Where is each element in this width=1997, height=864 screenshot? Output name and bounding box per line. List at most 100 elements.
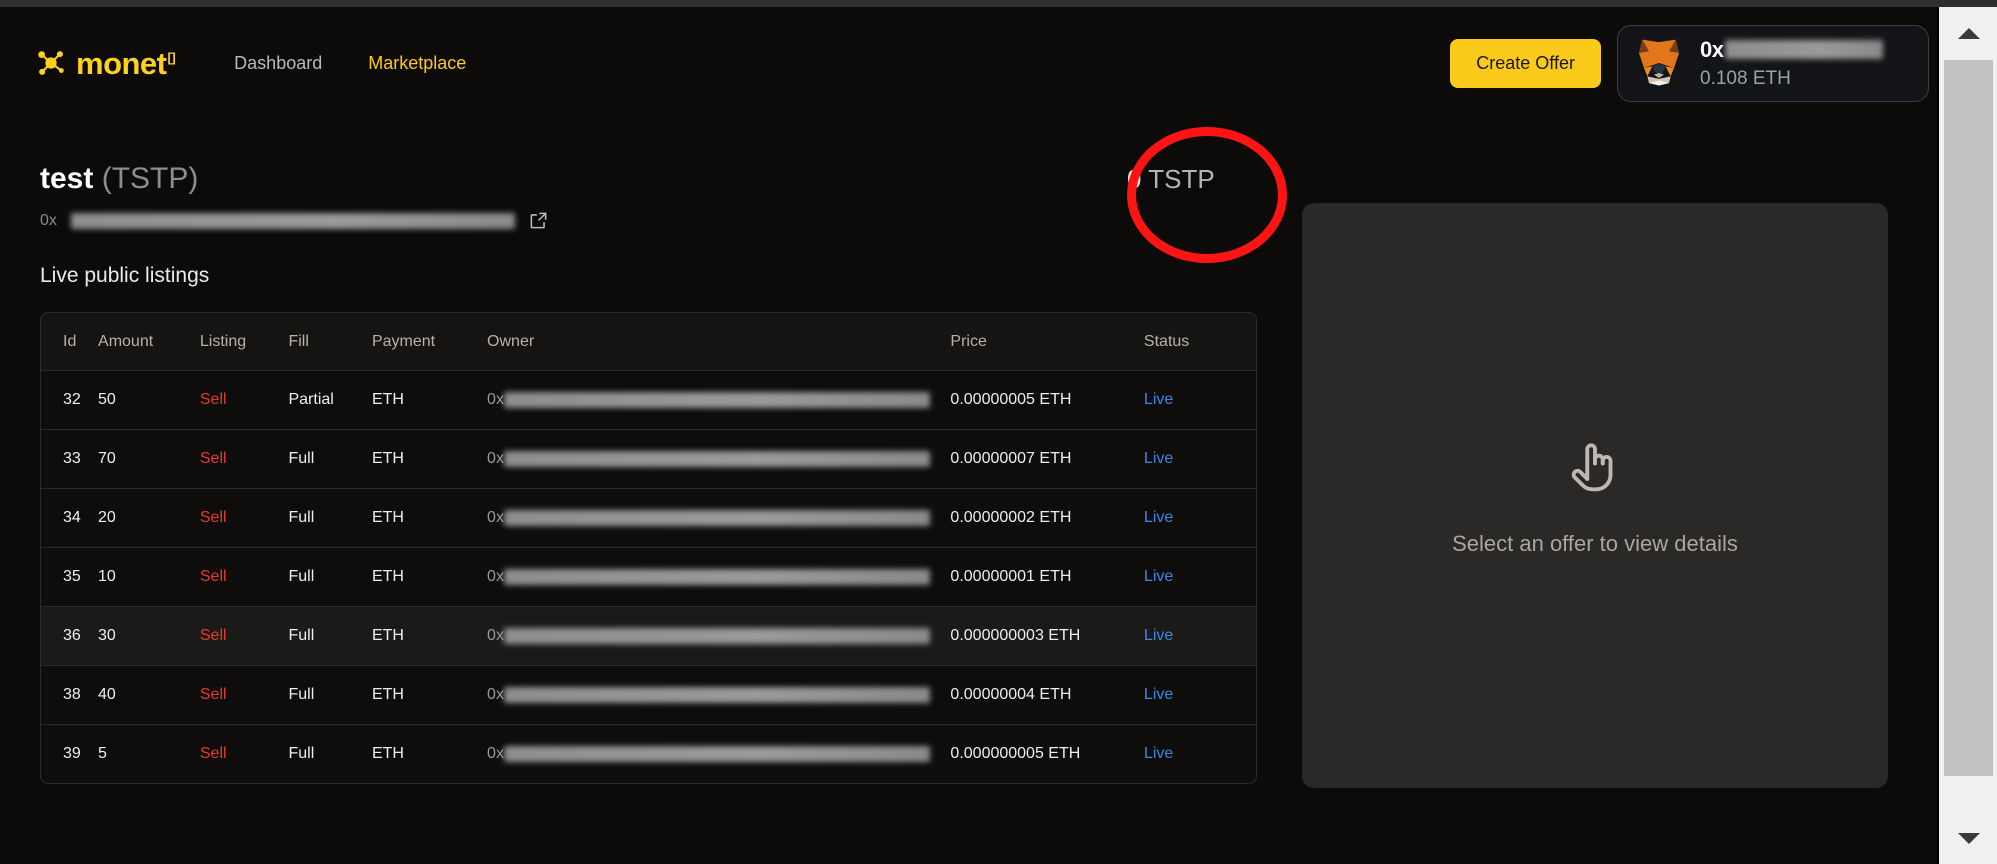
- cell-amount: 20: [98, 488, 200, 548]
- cell-amount: 30: [98, 606, 200, 666]
- cell-payment: ETH: [371, 429, 488, 489]
- page-title: test (TSTP): [40, 164, 1938, 194]
- cell-payment: ETH: [371, 745, 404, 762]
- cell-payment: ETH: [371, 488, 488, 548]
- nav-links: Dashboard Marketplace: [234, 53, 466, 74]
- cell-fill: Full: [288, 547, 372, 607]
- cell-listing: Sell: [199, 488, 289, 548]
- cell-owner: 0x: [487, 488, 951, 548]
- table-row[interactable]: 38 40 Sell Full ETH 0x 0.00000004 ETH Live: [41, 665, 1256, 725]
- cell-price: 0.00000002 ETH: [950, 488, 1144, 548]
- wallet-info: 0x 0.108 ETH: [1700, 37, 1884, 90]
- create-offer-button[interactable]: Create Offer: [1450, 38, 1601, 88]
- cell-status: Live: [1144, 725, 1256, 784]
- owner-address-prefix: 0x: [487, 627, 504, 644]
- scrollbar-up-button[interactable]: [1939, 7, 1997, 59]
- page-content: monet[] Dashboard Marketplace Create Off…: [0, 7, 1938, 864]
- cell-owner: 0x: [487, 665, 951, 725]
- top-navbar: monet[] Dashboard Marketplace Create Off…: [0, 7, 1938, 119]
- cell-price: 0.000000005 ETH: [950, 745, 1081, 762]
- cell-payment: ETH: [371, 370, 488, 430]
- owner-address-redacted: [503, 451, 930, 467]
- owner-address-prefix: 0x: [487, 391, 504, 408]
- cell-listing: Sell: [199, 745, 227, 762]
- listings-table-body: 32 50 Sell Partial ETH 0x 0.00000005 ETH Live 33…: [41, 370, 1256, 784]
- table-row[interactable]: 39 5 Sell Full ETH 0x 0.000000005 ETH Live: [41, 725, 1256, 784]
- owner-address-redacted: [503, 687, 930, 703]
- offer-detail-panel: Select an offer to view details: [1302, 203, 1888, 788]
- listings-table: Id Amount Listing Fill Payment Owner Pri…: [40, 312, 1257, 784]
- cell-amount: 50: [98, 370, 200, 430]
- column-header-status: Status: [1143, 313, 1256, 371]
- owner-address-prefix: 0x: [487, 509, 504, 526]
- molecule-network-icon: [38, 51, 64, 75]
- column-header-id: Id: [41, 313, 99, 371]
- cell-fill: Full: [288, 488, 372, 548]
- cell-id: 32: [41, 370, 99, 430]
- status-badge[interactable]: Live: [1144, 450, 1173, 467]
- cell-id: 33: [41, 429, 99, 489]
- status-badge[interactable]: Live: [1144, 568, 1173, 585]
- cell-owner: 0x: [487, 547, 951, 607]
- brand-name-text: monet: [76, 45, 167, 81]
- brand-name: monet[]: [76, 45, 176, 81]
- brand-logo[interactable]: monet[]: [36, 45, 176, 81]
- cell-price: 0.00000005 ETH: [950, 370, 1144, 430]
- external-link-icon[interactable]: [529, 211, 548, 230]
- cell-id: 34: [41, 488, 99, 548]
- table-row[interactable]: 32 50 Sell Partial ETH 0x 0.00000005 ETH Live: [41, 370, 1256, 430]
- pointing-hand-icon: [1571, 442, 1613, 491]
- token-address-redacted: [70, 212, 515, 229]
- column-header-fill: Fill: [288, 313, 372, 371]
- detail-panel-message: Select an offer to view details: [1452, 530, 1738, 556]
- table-row[interactable]: 34 20 Sell Full ETH 0x 0.00000002 ETH Live: [41, 488, 1256, 548]
- wallet-address: 0x: [1700, 37, 1884, 63]
- cell-payment: ETH: [371, 606, 488, 666]
- caret-up-icon: [1957, 27, 1980, 39]
- wallet-card[interactable]: 0x 0.108 ETH: [1617, 24, 1929, 102]
- nav-link-marketplace[interactable]: Marketplace: [368, 53, 466, 74]
- owner-address-prefix: 0x: [487, 450, 504, 467]
- navbar-right-actions: Create Offer 0x 0.108 ETH: [1450, 7, 1929, 119]
- cell-listing: Sell: [199, 547, 289, 607]
- cell-owner: 0x: [487, 429, 951, 489]
- cell-status: Live: [1143, 665, 1256, 725]
- owner-address-prefix: 0x: [487, 686, 504, 703]
- cell-amount: 10: [98, 547, 200, 607]
- metamask-fox-icon: [1639, 39, 1679, 86]
- status-badge[interactable]: Live: [1144, 391, 1173, 408]
- cell-price: 0.000000003 ETH: [950, 606, 1144, 666]
- cell-status: Live: [1143, 370, 1256, 430]
- status-badge[interactable]: Live: [1144, 686, 1173, 703]
- status-badge[interactable]: Live: [1144, 627, 1173, 644]
- token-address-prefix: 0x: [40, 211, 57, 229]
- cell-price: 0.00000004 ETH: [950, 665, 1144, 725]
- cell-status: Live: [1143, 429, 1256, 489]
- cell-price: 0.00000007 ETH: [950, 429, 1144, 489]
- cell-fill: Partial: [288, 370, 372, 430]
- owner-address-redacted: [503, 510, 930, 526]
- token-balance-symbol: TSTP: [1148, 164, 1215, 194]
- status-badge[interactable]: Live: [1144, 745, 1173, 762]
- status-badge[interactable]: Live: [1144, 509, 1173, 526]
- table-row[interactable]: 33 70 Sell Full ETH 0x 0.00000007 ETH Live: [41, 429, 1256, 489]
- column-header-listing: Listing: [199, 313, 289, 371]
- cell-listing: Sell: [199, 370, 289, 430]
- vertical-scrollbar[interactable]: [1938, 7, 1997, 864]
- cell-listing: Sell: [199, 429, 289, 489]
- column-header-amount: Amount: [98, 313, 200, 371]
- scrollbar-down-button[interactable]: [1939, 812, 1997, 864]
- column-header-payment: Payment: [371, 313, 488, 371]
- table-row[interactable]: 35 10 Sell Full ETH 0x 0.00000001 ETH Live: [41, 547, 1256, 607]
- cell-fill: Full: [288, 606, 372, 666]
- nav-link-dashboard[interactable]: Dashboard: [234, 53, 322, 74]
- cell-fill: Full: [288, 429, 372, 489]
- column-header-price: Price: [950, 313, 1144, 371]
- cell-status: Live: [1143, 488, 1256, 548]
- cell-owner: 0x: [487, 606, 951, 666]
- cell-status: Live: [1143, 606, 1256, 666]
- owner-address-redacted: [503, 392, 930, 408]
- table-row[interactable]: 36 30 Sell Full ETH 0x 0.000000003 ETH Live: [41, 606, 1256, 666]
- token-symbol: (TSTP): [101, 162, 199, 195]
- scrollbar-thumb[interactable]: [1944, 60, 1993, 776]
